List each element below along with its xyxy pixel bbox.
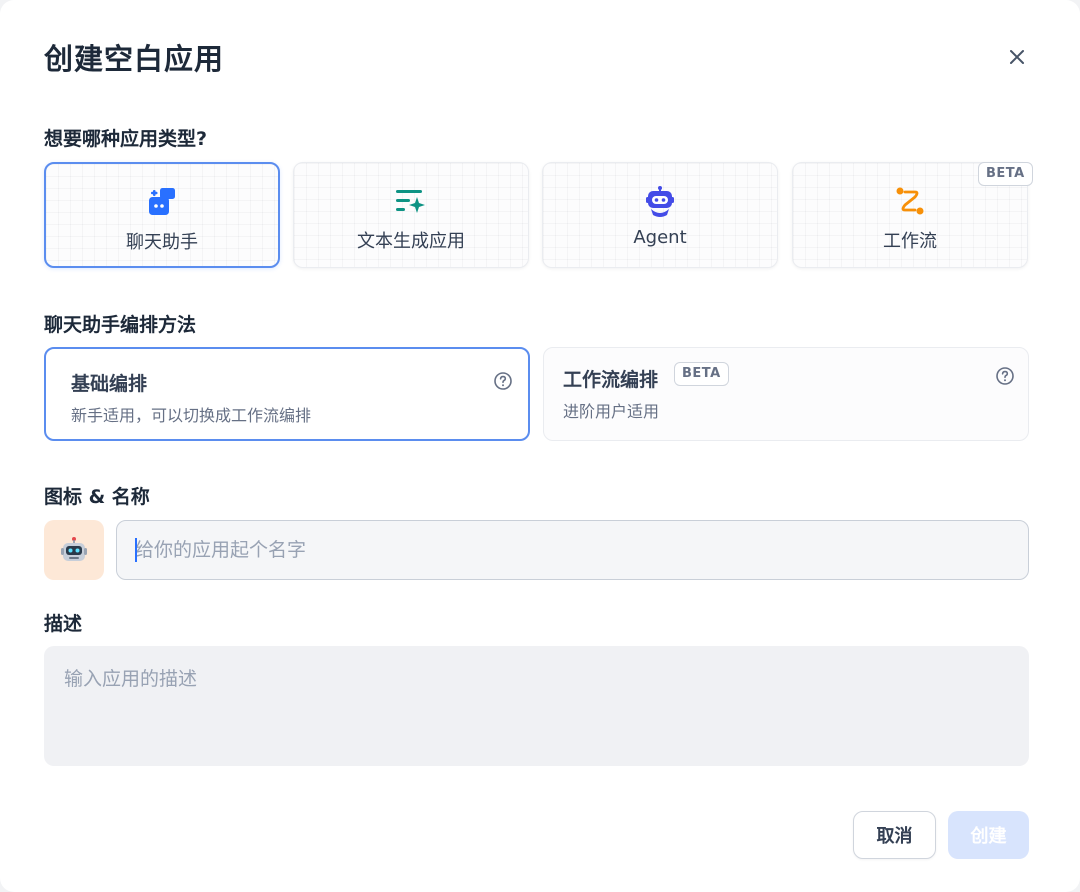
app-type-label-text: Agent [633,227,687,248]
orchestration-workflow-description: 进阶用户适用 [563,402,660,421]
app-description-input[interactable] [44,646,1029,766]
app-type-label-text: 聊天助手 [126,232,198,253]
app-type-label: 想要哪种应用类型? [44,128,208,150]
chat-bubble-icon [146,186,178,218]
cancel-button[interactable]: 取消 [853,811,936,859]
dialog-title: 创建空白应用 [44,42,225,76]
app-type-text-generator[interactable]: 文本生成应用 [293,162,529,268]
workflow-beta-badge: BETA [978,162,1033,186]
icon-name-label: 图标 & 名称 [44,486,150,508]
close-button[interactable] [1000,40,1034,74]
robot-emoji-icon [61,537,87,561]
orchestration-beta-badge: BETA [674,362,729,386]
app-type-label-text: 文本生成应用 [357,231,465,252]
orchestration-basic-title: 基础编排 [71,373,148,395]
text-caret [135,538,137,562]
app-type-agent[interactable]: Agent [542,162,778,268]
close-icon [1010,50,1024,64]
orchestration-label: 聊天助手编排方法 [44,314,197,336]
app-type-label-text: 工作流 [883,231,937,252]
orchestration-basic[interactable]: 基础编排 新手适用，可以切换成工作流编排 [44,347,530,441]
robot-icon [644,185,676,217]
orchestration-basic-description: 新手适用，可以切换成工作流编排 [71,406,312,425]
app-name-input[interactable] [116,520,1029,580]
workflow-route-icon [894,185,926,217]
orchestration-workflow[interactable]: 工作流编排 BETA 进阶用户适用 [543,347,1029,441]
app-type-chat-assistant[interactable]: 聊天助手 [44,162,280,268]
help-circle-icon[interactable] [995,366,1015,386]
description-label: 描述 [44,613,83,635]
create-blank-app-dialog: 创建空白应用 想要哪种应用类型? 聊天助手 文本生成应用 Agent 工作流 B… [0,0,1080,892]
help-circle-icon[interactable] [493,371,513,391]
app-icon-picker[interactable] [44,520,104,580]
text-sparkle-icon [395,185,427,217]
orchestration-workflow-title: 工作流编排 [563,369,659,391]
create-button[interactable]: 创建 [948,811,1029,859]
